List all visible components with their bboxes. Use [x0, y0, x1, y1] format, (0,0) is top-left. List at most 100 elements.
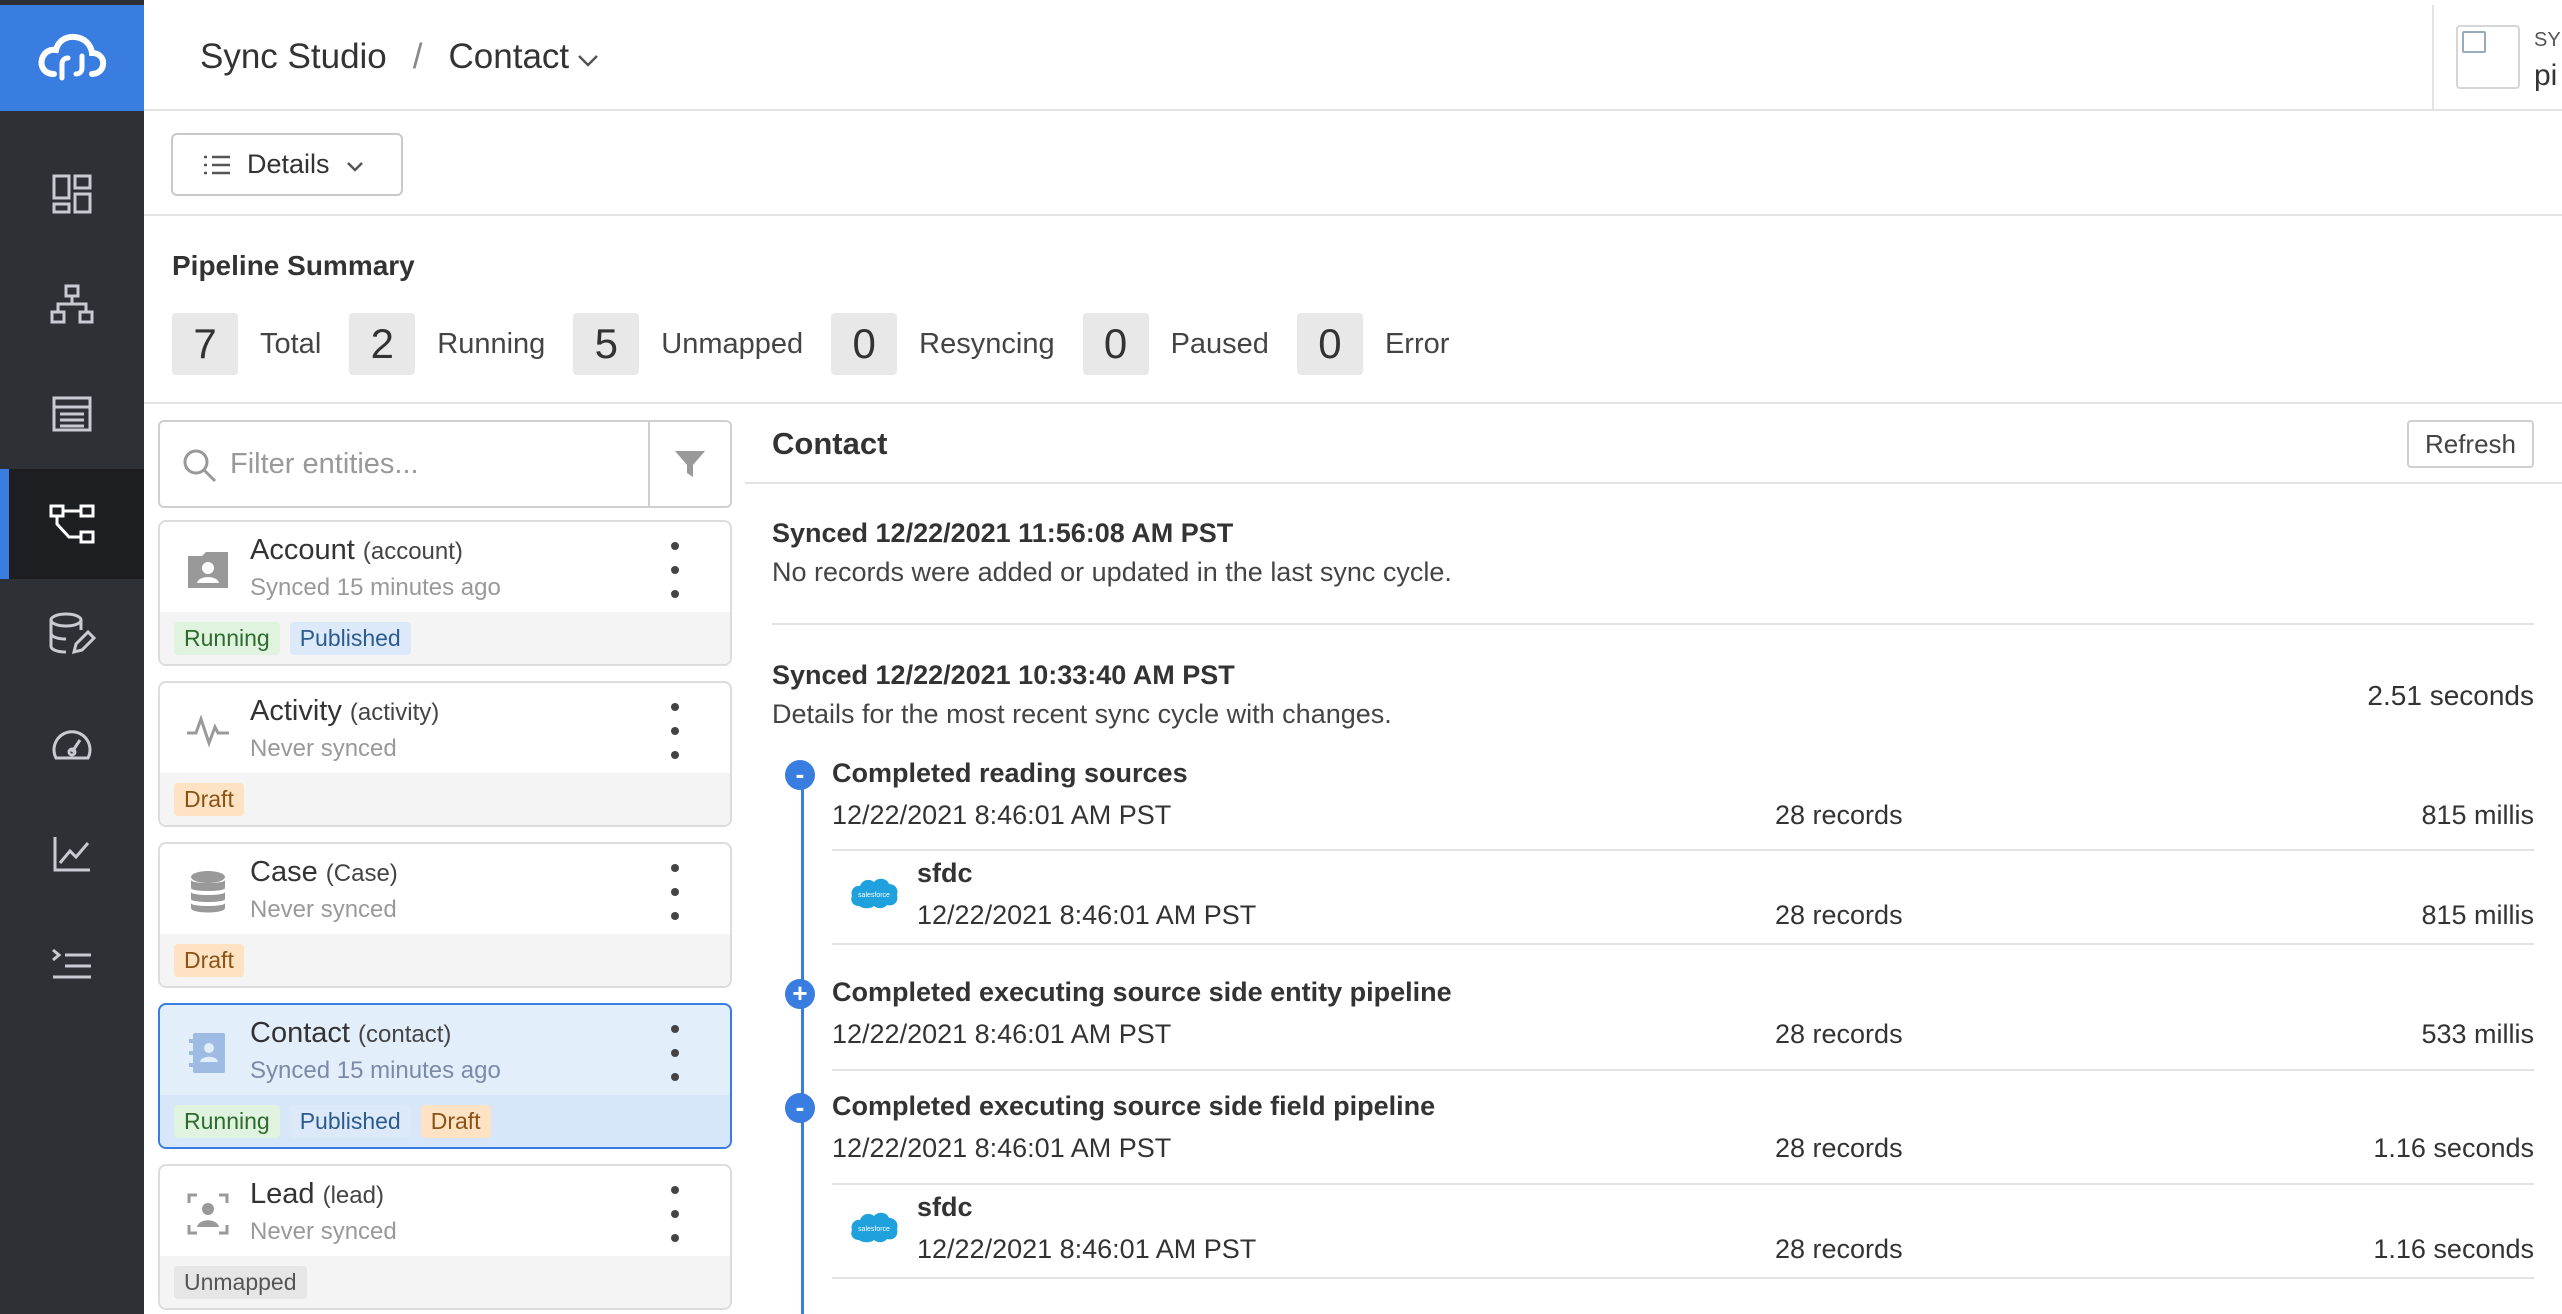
entity-item-contact[interactable]: Contact (contact) Synced 15 minutes ago …	[158, 1003, 732, 1149]
collapse-step-icon[interactable]: -	[785, 760, 815, 790]
activity-icon	[184, 707, 232, 755]
breadcrumb-app[interactable]: Sync Studio	[200, 37, 387, 77]
status-badge: Draft	[174, 782, 244, 816]
chevron-down-icon[interactable]	[577, 37, 599, 77]
entity-name: Lead (lead)	[250, 1178, 384, 1210]
recent-sync-desc: Details for the most recent sync cycle w…	[772, 699, 1392, 729]
gauge-icon	[52, 730, 92, 760]
stat-error-label: Error	[1384, 327, 1450, 360]
status-badge: Unmapped	[174, 1265, 307, 1299]
source-name: sfdc	[917, 1192, 973, 1222]
filter-button[interactable]	[648, 422, 730, 506]
step-title: Completed executing source side field pi…	[832, 1091, 1436, 1121]
step-title: Completed reading sources	[832, 758, 1188, 788]
step-duration: 1.16 seconds	[2373, 1133, 2534, 1163]
status-badge: Draft	[174, 943, 244, 977]
divider	[832, 849, 2534, 851]
source-records: 28 records	[1775, 1234, 1903, 1264]
source-name: sfdc	[917, 858, 973, 888]
contact-card-icon	[184, 546, 232, 594]
summary-title: Pipeline Summary	[172, 250, 415, 281]
stat-total-count: 7	[172, 313, 238, 375]
divider	[832, 1183, 2534, 1185]
chevron-down-icon	[346, 149, 364, 180]
entity-item-activity[interactable]: Activity (activity) Never synced Draft	[158, 681, 732, 827]
refresh-button[interactable]: Refresh	[2406, 420, 2534, 468]
status-badge: Published	[289, 621, 411, 655]
user-menu[interactable]: SY pi	[2432, 5, 2562, 111]
svg-text:salesforce: salesforce	[858, 1226, 890, 1233]
entity-item-lead[interactable]: Lead (lead) Never synced Unmapped	[158, 1164, 732, 1310]
user-name: pi	[2534, 59, 2558, 92]
step-duration: 815 millis	[2421, 800, 2534, 830]
summary-stats: 7 Total 2 Running 5 Unmapped 0 Resyncing…	[172, 313, 1477, 375]
nav-table[interactable]	[0, 359, 144, 469]
entity-sync-status: Never synced	[250, 896, 397, 923]
detail-title: Contact	[772, 426, 888, 461]
user-label: SY	[2534, 29, 2561, 51]
breadcrumb-entity[interactable]: Contact	[449, 37, 570, 77]
divider	[772, 623, 2534, 625]
more-options-icon[interactable]	[660, 703, 690, 759]
list-icon	[204, 155, 230, 174]
source-duration: 815 millis	[2421, 900, 2534, 930]
more-options-icon[interactable]	[660, 1186, 690, 1242]
step-records: 28 records	[1775, 800, 1903, 830]
entity-name: Case (Case)	[250, 856, 398, 888]
lead-user-icon	[184, 1190, 232, 1238]
filter-icon	[675, 451, 705, 477]
sync-detail-panel: Contact Refresh Synced 12/22/2021 11:56:…	[745, 406, 2562, 1314]
more-options-icon[interactable]	[660, 864, 690, 920]
cloud-sync-logo[interactable]	[0, 5, 144, 111]
pipeline-icon	[49, 504, 95, 544]
line-chart-icon	[53, 837, 90, 872]
nav-hierarchy[interactable]	[0, 249, 144, 359]
sidebar	[0, 0, 144, 1314]
nav-pipeline[interactable]	[0, 469, 144, 579]
entity-badges: Running Published Draft	[160, 1095, 730, 1147]
status-badge: Draft	[420, 1104, 491, 1138]
entity-item-case[interactable]: Case (Case) Never synced Draft	[158, 842, 732, 988]
collapse-step-icon[interactable]: -	[785, 1093, 815, 1123]
more-options-icon[interactable]	[660, 1025, 690, 1081]
recent-sync: Synced 12/22/2021 10:33:40 AM PST Detail…	[772, 660, 2534, 730]
stat-resyncing-label: Resyncing	[919, 327, 1055, 360]
step-records: 28 records	[1775, 1133, 1903, 1163]
step-time: 12/22/2021 8:46:01 AM PST	[832, 1019, 1172, 1049]
nav-logs[interactable]	[0, 909, 144, 1019]
source-duration: 1.16 seconds	[2373, 1234, 2534, 1264]
search-input[interactable]	[230, 442, 630, 486]
database-icon	[184, 868, 232, 916]
details-label: Details	[247, 149, 330, 179]
entity-name: Contact (contact)	[250, 1017, 452, 1049]
dashboard-icon	[52, 174, 92, 214]
entity-name: Activity (activity)	[250, 695, 440, 727]
entity-badges: Draft	[160, 773, 730, 825]
stat-total-label: Total	[260, 327, 322, 360]
entity-sync-status: Never synced	[250, 735, 397, 762]
avatar	[2456, 25, 2520, 89]
database-edit-icon	[49, 612, 96, 655]
view-toolbar: Details	[144, 111, 2562, 216]
step-time: 12/22/2021 8:46:01 AM PST	[832, 800, 1172, 830]
nav-gauge[interactable]	[0, 689, 144, 799]
nav-analytics[interactable]	[0, 799, 144, 909]
entity-name: Account (account)	[250, 534, 463, 566]
entity-panel: Account (account) Synced 15 minutes ago …	[144, 406, 745, 1314]
divider	[832, 1277, 2534, 1279]
expand-step-icon[interactable]: +	[785, 979, 815, 1009]
entity-item-account[interactable]: Account (account) Synced 15 minutes ago …	[158, 520, 732, 666]
nav-database-edit[interactable]	[0, 579, 144, 689]
stat-running-count: 2	[349, 313, 416, 375]
entity-badges: Unmapped	[160, 1256, 730, 1308]
pipeline-summary: Pipeline Summary 7 Total 2 Running 5 Unm…	[144, 216, 2562, 404]
stat-paused-count: 0	[1082, 313, 1149, 375]
nav-dashboard[interactable]	[0, 139, 144, 249]
recent-sync-duration: 2.51 seconds	[2367, 680, 2534, 711]
cloud-sync-icon	[38, 33, 107, 81]
more-options-icon[interactable]	[660, 542, 690, 598]
stat-resyncing-count: 0	[831, 313, 898, 375]
detail-header: Contact Refresh	[745, 406, 2562, 484]
details-dropdown-button[interactable]: Details	[171, 133, 403, 196]
entity-sync-status: Synced 15 minutes ago	[250, 574, 501, 601]
